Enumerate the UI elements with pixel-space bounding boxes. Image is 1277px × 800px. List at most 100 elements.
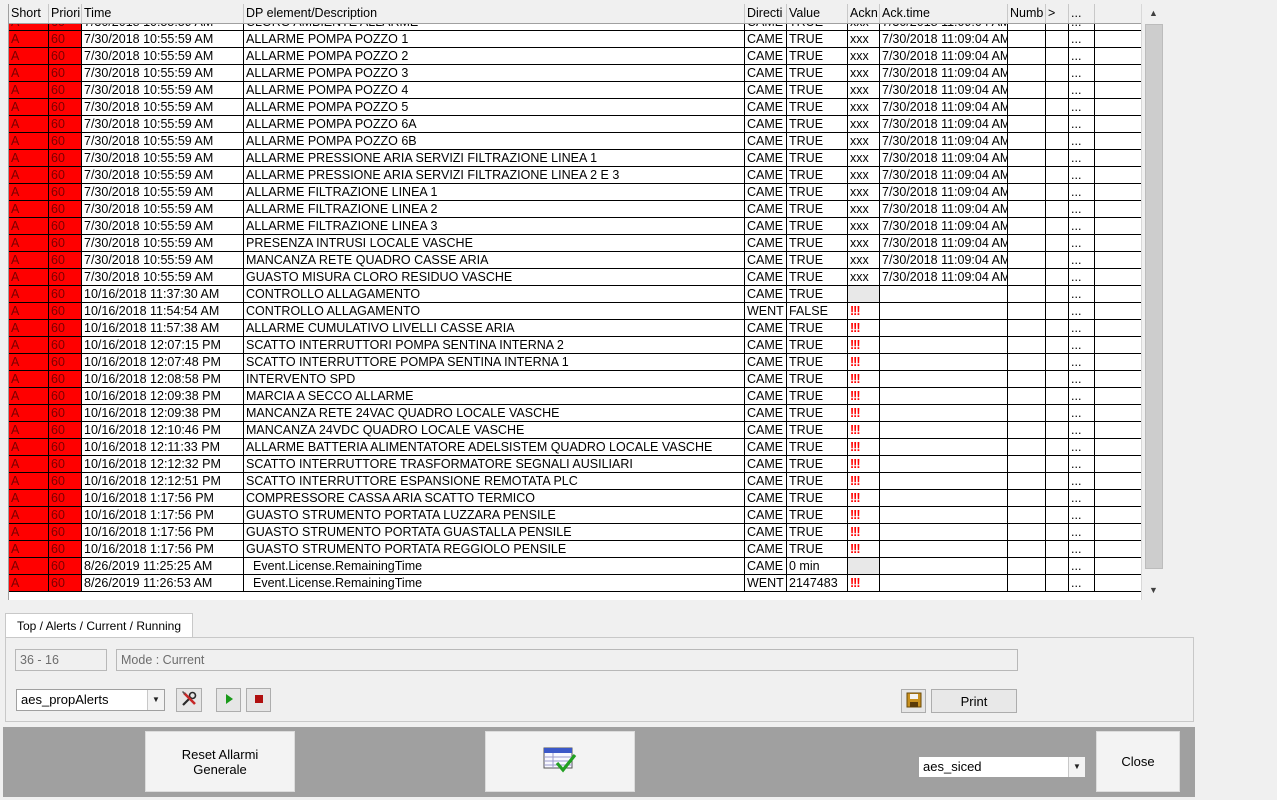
cell-prio: 60 — [49, 439, 82, 455]
cell-acktime: 7/30/2018 11:09:04 AM — [882, 150, 1008, 166]
cell-ack: !!! — [848, 524, 880, 540]
stop-button[interactable] — [246, 688, 271, 712]
table-row[interactable]: A 60 7/30/2018 10:55:59 AM ALLARME FILTRAZI… — [9, 218, 1142, 235]
table-row[interactable]: A 60 10/16/2018 1:17:56 PM COMPRESSORE CASS… — [9, 490, 1142, 507]
cell-dots: ... — [1069, 133, 1095, 149]
screen-select[interactable]: aes_siced ▼ — [918, 756, 1086, 778]
table-row[interactable]: A 60 7/30/2018 10:55:59 AM ALLARME PRESSION… — [9, 167, 1142, 184]
save-button[interactable] — [901, 689, 926, 713]
table-row[interactable]: A 60 7/30/2018 10:55:59 AM ALLARME POMPA PO… — [9, 31, 1142, 48]
cell-short: A — [9, 541, 49, 557]
cell-ack: !!! — [848, 388, 880, 404]
column-header-time[interactable]: Time — [82, 4, 244, 23]
column-header-value[interactable]: Value — [787, 4, 848, 23]
settings-button[interactable] — [176, 688, 202, 712]
acknowledge-all-button[interactable] — [485, 731, 635, 792]
table-row[interactable]: A 60 10/16/2018 12:12:32 PM SCATTO INTERRUT… — [9, 456, 1142, 473]
column-header-dir[interactable]: Directi — [745, 4, 787, 23]
table-row[interactable]: A 60 7/30/2018 10:55:59 AM ALLARME POMPA PO… — [9, 99, 1142, 116]
table-row[interactable]: A 60 7/30/2018 10:55:59 AM ALLARME POMPA PO… — [9, 65, 1142, 82]
scroll-down-button[interactable]: ▼ — [1143, 581, 1164, 598]
table-row[interactable]: A 60 10/16/2018 12:08:58 PM INTERVENTO SPD C… — [9, 371, 1142, 388]
table-row[interactable]: A 60 7/30/2018 10:55:59 AM ALLARME FILTRAZI… — [9, 201, 1142, 218]
cell-numb — [1008, 524, 1046, 540]
cell-time: 7/30/2018 10:55:59 AM — [82, 269, 244, 285]
cell-dir: CAME — [745, 354, 787, 370]
table-row[interactable]: A 60 10/16/2018 12:12:51 PM SCATTO INTERRUT… — [9, 473, 1142, 490]
cell-desc: ALLARME POMPA POZZO 6A — [244, 116, 745, 132]
cell-value: TRUE — [787, 31, 848, 47]
close-button[interactable]: Close — [1096, 731, 1180, 792]
table-row[interactable]: A 60 10/16/2018 12:07:48 PM SCATTO INTERRUT… — [9, 354, 1142, 371]
scrollbar-thumb[interactable] — [1145, 24, 1163, 569]
alarm-table[interactable]: A607/30/2018 10:55:59 AMPRODUTTORE CLORO… — [8, 4, 1165, 600]
cell-acktime — [880, 303, 1008, 319]
cell-more — [1046, 48, 1069, 64]
cell-numb — [1008, 201, 1046, 217]
chevron-down-icon[interactable]: ▼ — [1068, 757, 1085, 777]
chevron-down-icon[interactable]: ▼ — [147, 690, 164, 710]
cell-ack: !!! — [848, 371, 880, 387]
tab-top-alerts-current-running[interactable]: Top / Alerts / Current / Running — [5, 613, 193, 638]
cell-value: TRUE — [787, 167, 848, 183]
table-row[interactable]: A 60 10/16/2018 12:07:15 PM SCATTO INTERRUT… — [9, 337, 1142, 354]
config-select[interactable]: aes_propAlerts ▼ — [16, 689, 165, 711]
scroll-up-button[interactable]: ▲ — [1143, 4, 1164, 21]
table-row[interactable]: A 60 7/30/2018 10:55:59 AM ALLARME FILTRAZI… — [9, 184, 1142, 201]
column-header-acktime[interactable]: Ack.time — [880, 4, 1008, 23]
table-row[interactable]: A 60 10/16/2018 11:54:54 AM CONTROLLO ALLAG… — [9, 303, 1142, 320]
column-header-desc[interactable]: DP element/Description — [244, 4, 745, 23]
table-row[interactable]: A 60 10/16/2018 1:17:56 PM GUASTO STRUMENTO… — [9, 524, 1142, 541]
table-row[interactable]: A 60 7/30/2018 10:55:59 AM ALLARME POMPA PO… — [9, 48, 1142, 65]
column-header-ack[interactable]: Ackn — [848, 4, 880, 23]
cell-time: 7/30/2018 10:55:59 AM — [82, 252, 244, 268]
cell-acktime: 7/30/2018 11:09:04 AM — [882, 184, 1008, 200]
table-row[interactable]: A 60 10/16/2018 11:57:38 AM ALLARME CUMULAT… — [9, 320, 1142, 337]
table-row[interactable]: A 60 7/30/2018 10:55:59 AM ALLARME POMPA PO… — [9, 133, 1142, 150]
column-header-dots[interactable]: ... — [1069, 4, 1095, 23]
table-row[interactable]: A 60 7/30/2018 10:55:59 AM GUASTO MISURA CL… — [9, 269, 1142, 286]
cell-short: A — [9, 99, 49, 115]
cell-ack: !!! — [848, 303, 880, 319]
print-button[interactable]: Print — [931, 689, 1017, 713]
table-row[interactable]: A 60 7/30/2018 10:55:59 AM ALLARME POMPA PO… — [9, 82, 1142, 99]
column-header-more[interactable]: > — [1046, 4, 1069, 23]
reset-alarms-button[interactable]: Reset Allarmi Generale — [145, 731, 295, 792]
table-row[interactable]: A 60 7/30/2018 10:55:59 AM ALLARME PRESSION… — [9, 150, 1142, 167]
cell-dir: CAME — [745, 473, 787, 489]
start-button[interactable] — [216, 688, 241, 712]
cell-more — [1046, 337, 1069, 353]
table-row[interactable]: A 60 10/16/2018 1:17:56 PM GUASTO STRUMENTO… — [9, 541, 1142, 558]
cell-ack: !!! — [848, 490, 880, 506]
cell-desc: ALLARME POMPA POZZO 6B — [244, 133, 745, 149]
table-row[interactable]: A 60 7/30/2018 10:55:59 AM PRESENZA INTRUSI… — [9, 235, 1142, 252]
cell-time: 10/16/2018 11:54:54 AM — [82, 303, 244, 319]
column-header-short[interactable]: Short — [9, 4, 49, 23]
cell-dir: CAME — [745, 524, 787, 540]
column-header-prio[interactable]: Priori — [49, 4, 82, 23]
cell-short: A — [9, 235, 49, 251]
table-row[interactable]: A 60 10/16/2018 12:11:33 PM ALLARME BATTERI… — [9, 439, 1142, 456]
cell-prio: 60 — [49, 99, 82, 115]
table-row[interactable]: A 60 7/30/2018 10:55:59 AM MANCANZA RETE QU… — [9, 252, 1142, 269]
cell-acktime: 7/30/2018 11:09:04 AM — [882, 65, 1008, 81]
table-row[interactable]: A 60 10/16/2018 11:37:30 AM CONTROLLO ALLAG… — [9, 286, 1142, 303]
cell-time: 7/30/2018 10:55:59 AM — [82, 201, 244, 217]
column-header-numb[interactable]: Numb — [1008, 4, 1046, 23]
cell-desc: SCATTO INTERRUTTORI POMPA SENTINA INTERN… — [244, 337, 745, 353]
vertical-scrollbar[interactable]: ▲ ▼ — [1141, 4, 1165, 600]
cell-dots: ... — [1069, 422, 1095, 438]
cell-acktime — [880, 456, 1008, 472]
table-row[interactable]: A 60 7/30/2018 10:55:59 AM ALLARME POMPA PO… — [9, 116, 1142, 133]
cell-desc: ALLARME POMPA POZZO 4 — [244, 82, 745, 98]
cell-time: 10/16/2018 12:07:48 PM — [82, 354, 244, 370]
cell-time: 8/26/2019 11:25:25 AM — [82, 558, 244, 574]
table-row[interactable]: A 60 8/26/2019 11:25:25 AM Event.License.Re… — [9, 558, 1142, 575]
cell-more — [1046, 286, 1069, 302]
table-row[interactable]: A 60 10/16/2018 12:09:38 PM MARCIA A SECCO … — [9, 388, 1142, 405]
cell-short: A — [9, 116, 49, 132]
table-row[interactable]: A 60 10/16/2018 1:17:56 PM GUASTO STRUMENTO… — [9, 507, 1142, 524]
table-row[interactable]: A 60 8/26/2019 11:26:53 AM Event.License.Re… — [9, 575, 1142, 592]
table-row[interactable]: A 60 10/16/2018 12:10:46 PM MANCANZA 24VDC … — [9, 422, 1142, 439]
table-row[interactable]: A 60 10/16/2018 12:09:38 PM MANCANZA RETE 2… — [9, 405, 1142, 422]
